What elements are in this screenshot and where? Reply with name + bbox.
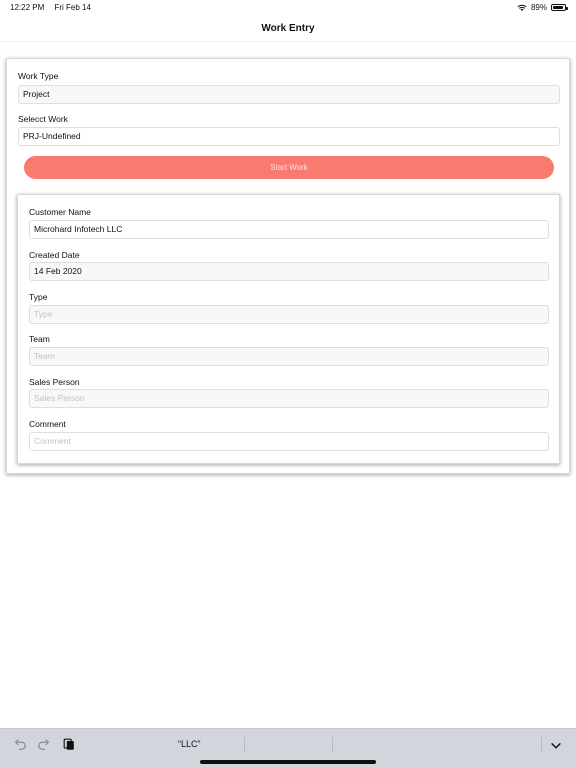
team-field[interactable]: Team: [29, 347, 549, 366]
battery-percent: 89%: [530, 3, 547, 12]
status-date: Fri Feb 14: [54, 3, 91, 12]
sales-person-field[interactable]: Sales Person: [29, 389, 549, 408]
team-label: Team: [29, 334, 50, 344]
select-work-field[interactable]: PRJ-Undefined: [18, 127, 560, 146]
work-entry-card: Work Type Project Selecct Work PRJ-Undef…: [6, 58, 570, 474]
customer-name-label: Customer Name: [29, 207, 91, 217]
select-work-label: Selecct Work: [18, 114, 68, 124]
status-bar: 12:22 PM Fri Feb 14 89%: [0, 0, 576, 14]
work-type-field[interactable]: Project: [18, 85, 560, 104]
suggestion-divider: [244, 737, 245, 753]
created-date-label: Created Date: [29, 250, 80, 260]
customer-details-card: Customer Name Microhard Infotech LLC Cre…: [17, 194, 560, 464]
nav-bar: Work Entry: [0, 14, 576, 42]
start-work-button[interactable]: Start Work: [24, 156, 554, 179]
status-right: 89%: [517, 3, 568, 12]
type-label: Type: [29, 292, 48, 302]
paste-icon[interactable]: [62, 737, 76, 751]
comment-field[interactable]: Comment: [29, 432, 549, 451]
battery-fill: [553, 6, 563, 9]
home-indicator: [200, 760, 376, 764]
type-field[interactable]: Type: [29, 305, 549, 324]
redo-icon[interactable]: [37, 737, 51, 751]
undo-icon[interactable]: [13, 737, 27, 751]
status-left: 12:22 PM Fri Feb 14: [10, 3, 99, 12]
page-title: Work Entry: [261, 23, 315, 34]
comment-label: Comment: [29, 419, 66, 429]
battery-icon: [551, 4, 568, 11]
created-date-field[interactable]: 14 Feb 2020: [29, 262, 549, 281]
keyboard-dismiss-icon[interactable]: [549, 739, 563, 753]
status-time: 12:22 PM: [10, 3, 45, 12]
predictive-suggestion[interactable]: “LLC”: [178, 739, 201, 749]
sales-person-label: Sales Person: [29, 377, 80, 387]
suggestion-divider: [332, 737, 333, 753]
wifi-icon: [517, 4, 527, 11]
customer-name-field[interactable]: Microhard Infotech LLC: [29, 220, 549, 239]
dismiss-divider: [541, 737, 542, 753]
work-type-label: Work Type: [18, 71, 59, 81]
